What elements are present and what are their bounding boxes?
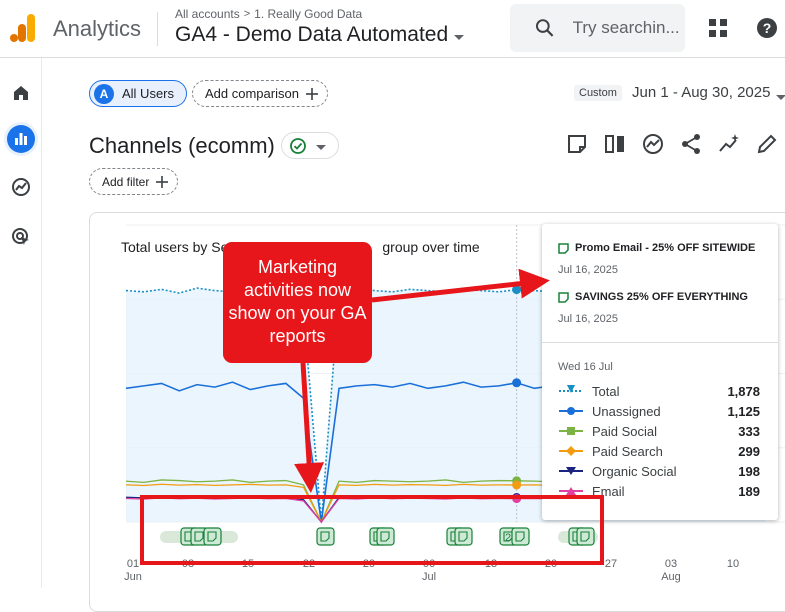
- annotation-marker: [203, 527, 222, 546]
- annotation-note-icon: [558, 242, 569, 254]
- legend-swatch-circle-icon: [559, 407, 583, 415]
- x-tick-label: 15: [241, 558, 255, 570]
- x-tick-label: 20: [544, 558, 558, 570]
- annotation-title: Promo Email - 25% OFF SITEWIDE: [575, 242, 756, 254]
- chart-tooltip: Promo Email - 25% OFF SITEWIDE Jul 16, 2…: [542, 224, 778, 520]
- tooltip-row: Organic Social 198: [558, 462, 760, 480]
- annotation-marker: [511, 527, 530, 546]
- tooltip-series-value: 333: [738, 423, 760, 439]
- annotation-date: Jul 16, 2025: [558, 264, 618, 276]
- legend-swatch-triangle-up-icon: [559, 487, 583, 495]
- legend-swatch-diamond-icon: [559, 446, 583, 456]
- marketing-callout: Marketing activities now show on your GA…: [223, 242, 372, 363]
- legend-swatch-square-icon: [559, 427, 583, 435]
- annotation-marker: [376, 527, 395, 546]
- annotation-date: Jul 16, 2025: [558, 313, 618, 325]
- x-tick-label: 27: [604, 558, 618, 570]
- tooltip-series-name: Organic Social: [592, 463, 677, 479]
- tooltip-series-name: Paid Search: [592, 443, 663, 459]
- x-tick-label: 29: [362, 558, 376, 570]
- x-tick-label: 22: [302, 558, 316, 570]
- annotation-note-icon: [558, 291, 569, 303]
- tooltip-series-name: Paid Social: [592, 423, 658, 439]
- chart-title-left: Total users by Se: [121, 239, 229, 255]
- tooltip-series-name: Total: [592, 383, 620, 399]
- tooltip-series-name: Unassigned: [592, 403, 661, 419]
- tooltip-day: Wed 16 Jul: [558, 361, 613, 373]
- legend-swatch-triangle-down-icon: [559, 467, 583, 475]
- x-tick-label: 01 Jun: [124, 558, 142, 583]
- hover-point-paid-search: [512, 480, 522, 490]
- legend-swatch-pin-icon: [559, 385, 583, 393]
- x-tick-label: 13: [484, 558, 498, 570]
- tooltip-row: Paid Social 333: [558, 422, 760, 440]
- tooltip-series-value: 1,125: [727, 403, 760, 419]
- tooltip-row: Unassigned 1,125: [558, 402, 760, 420]
- tooltip-divider: [542, 342, 778, 343]
- tooltip-series-value: 299: [738, 443, 760, 459]
- tooltip-series-value: 198: [738, 463, 760, 479]
- tooltip-row: Total 1,878: [558, 382, 760, 400]
- hover-point-total: [512, 285, 522, 295]
- tooltip-series-name: Email: [592, 483, 625, 499]
- annotation-group-count: 2: [505, 532, 511, 544]
- annotation-title: SAVINGS 25% OFF EVERYTHING: [575, 291, 748, 303]
- x-tick-label: 06 Jul: [421, 558, 437, 583]
- annotation-marker: [316, 527, 335, 546]
- hover-point-unassigned: [512, 378, 522, 388]
- annotation-marker: [576, 527, 595, 546]
- x-tick-label: 08: [181, 558, 195, 570]
- tooltip-series-value: 189: [738, 483, 760, 499]
- hover-point-email: [512, 494, 522, 504]
- x-tick-label: 03 Aug: [661, 558, 681, 583]
- annotation-entry[interactable]: Promo Email - 25% OFF SITEWIDE: [558, 242, 755, 254]
- annotation-entry[interactable]: SAVINGS 25% OFF EVERYTHING: [558, 291, 748, 303]
- tooltip-row: Email 189: [558, 482, 760, 500]
- tooltip-row: Paid Search 299: [558, 442, 760, 460]
- annotation-marker: [454, 527, 473, 546]
- tooltip-series-value: 1,878: [727, 383, 760, 399]
- x-tick-label: 10: [726, 558, 740, 570]
- chart-title-right: group over time: [382, 239, 480, 255]
